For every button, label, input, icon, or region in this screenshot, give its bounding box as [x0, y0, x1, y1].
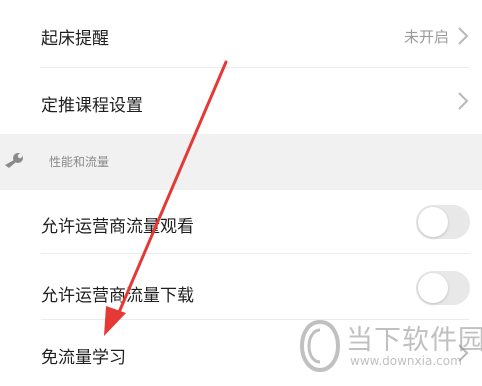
push-course-settings-label: 定推课程设置 [41, 96, 143, 116]
allow-cellular-watch-row: 允许运营商流量观看 [0, 190, 482, 254]
allow-cellular-watch-label: 允许运营商流量观看 [41, 217, 194, 237]
wake-reminder-status: 未开启 [403, 28, 449, 46]
toggle-knob [418, 273, 448, 303]
wrench-icon [3, 152, 25, 174]
section-label-performance: 性能和流量 [49, 155, 110, 169]
watermark-logo-icon [299, 319, 341, 373]
watermark-url: www.downxia.com [350, 354, 462, 368]
push-course-settings-row[interactable]: 定推课程设置 [0, 68, 482, 134]
allow-cellular-download-label: 允许运营商流量下载 [41, 286, 194, 306]
wake-reminder-label: 起床提醒 [41, 29, 109, 49]
allow-cellular-download-toggle[interactable] [416, 271, 470, 305]
allow-cellular-watch-toggle[interactable] [416, 205, 470, 239]
wake-reminder-row[interactable]: 起床提醒 未开启 [0, 0, 482, 68]
chevron-right-icon [456, 90, 470, 112]
free-data-learning-label: 免流量学习 [41, 348, 126, 368]
settings-screen: 起床提醒 未开启 定推课程设置 性能和流量 允许运营商流量观看 允许运营商流量下… [0, 0, 482, 386]
toggle-knob [418, 207, 448, 237]
chevron-right-icon [456, 25, 470, 47]
watermark: 当下软件园 www.downxia.com [298, 318, 482, 378]
watermark-brand: 当下软件园 [346, 325, 482, 356]
allow-cellular-download-row: 允许运营商流量下载 [0, 254, 482, 320]
